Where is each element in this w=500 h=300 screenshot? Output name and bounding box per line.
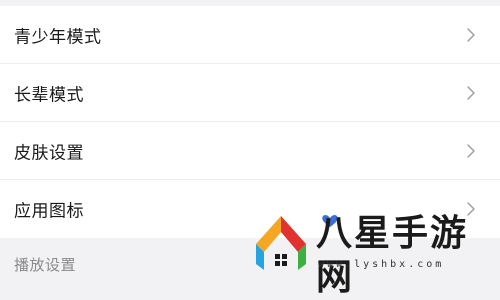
settings-item-elder-mode[interactable]: 长辈模式 xyxy=(0,64,500,122)
settings-item-skin[interactable]: 皮肤设置 xyxy=(0,122,500,180)
chevron-right-icon xyxy=(467,143,475,158)
chevron-right-icon xyxy=(467,202,475,216)
settings-item-app-icon[interactable]: 应用图标 xyxy=(0,180,500,238)
section-title: 播放设置 xyxy=(14,256,77,274)
chevron-right-icon xyxy=(467,27,475,42)
settings-list: 青少年模式 长辈模式 皮肤设置 应用图标 xyxy=(0,6,500,238)
settings-item-label: 青少年模式 xyxy=(14,27,102,47)
settings-item-teen-mode[interactable]: 青少年模式 xyxy=(0,6,500,64)
section-header-playback: 播放设置 xyxy=(0,238,500,275)
chevron-right-icon xyxy=(467,85,475,100)
settings-item-label: 皮肤设置 xyxy=(14,143,84,163)
settings-item-label: 应用图标 xyxy=(14,201,84,222)
settings-item-label: 长辈模式 xyxy=(14,85,84,105)
